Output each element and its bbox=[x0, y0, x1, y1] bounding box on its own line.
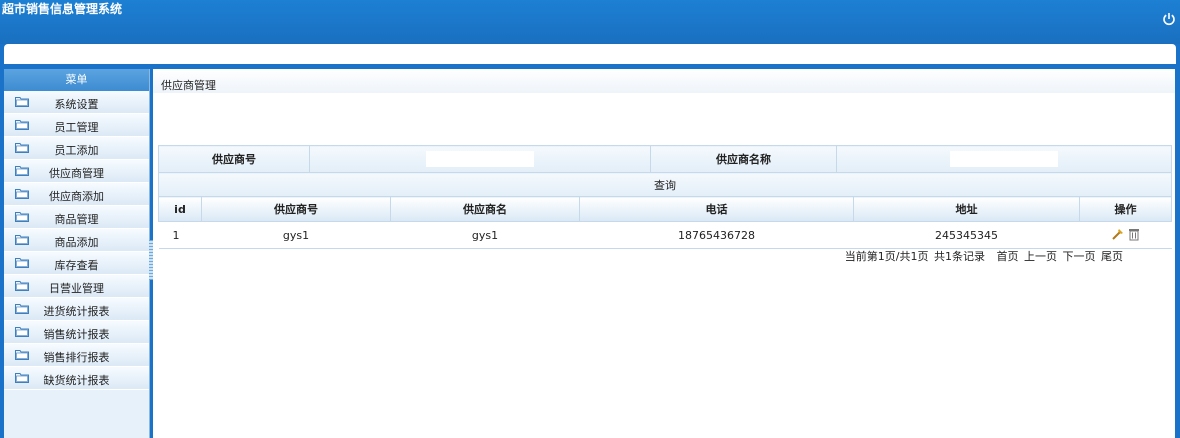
query-button[interactable]: 查询 bbox=[654, 179, 676, 192]
delete-icon[interactable] bbox=[1128, 227, 1140, 244]
cell-phone: 18765436728 bbox=[579, 221, 854, 249]
sidebar-item[interactable]: 商品管理 bbox=[4, 206, 149, 229]
sidebar-item-label: 系统设置 bbox=[54, 98, 99, 111]
sidebar-item-label: 员工管理 bbox=[54, 121, 99, 134]
supplier-name-input[interactable] bbox=[950, 151, 1058, 167]
edit-icon-svg bbox=[1112, 228, 1123, 240]
cell-address: 245345345 bbox=[853, 221, 1080, 249]
pager-count: 共1条记录 bbox=[934, 250, 985, 263]
cell-id: 1 bbox=[158, 221, 202, 249]
sidebar-item[interactable]: 供应商添加 bbox=[4, 183, 149, 206]
sidebar-item[interactable]: 销售统计报表 bbox=[4, 321, 149, 344]
pager-next[interactable]: 下一页 bbox=[1063, 250, 1096, 263]
pager-last[interactable]: 尾页 bbox=[1101, 250, 1123, 263]
main-content: 供应商管理 供应商号 供应商名称 查询 id 供应商号 供应商名 电话 地址 操… bbox=[153, 69, 1175, 438]
edit-icon[interactable] bbox=[1111, 227, 1125, 244]
sidebar-item[interactable]: 日营业管理 bbox=[4, 275, 149, 298]
cell-supplier-no: gys1 bbox=[201, 221, 391, 249]
col-supplier-name: 供应商名 bbox=[390, 196, 580, 222]
pager-prev[interactable]: 上一页 bbox=[1024, 250, 1057, 263]
search-form: 供应商号 供应商名称 查询 bbox=[158, 145, 1172, 198]
power-icon[interactable] bbox=[1161, 12, 1177, 28]
query-row: 查询 bbox=[158, 172, 1172, 198]
col-supplier-no: 供应商号 bbox=[201, 196, 391, 222]
breadcrumb: 供应商管理 bbox=[153, 69, 1175, 93]
pager-first[interactable]: 首页 bbox=[997, 250, 1019, 263]
sidebar-item[interactable]: 库存查看 bbox=[4, 252, 149, 275]
sidebar-item-label: 销售排行报表 bbox=[43, 351, 110, 364]
sidebar-item-label: 商品管理 bbox=[54, 213, 99, 226]
sidebar-item[interactable]: 员工管理 bbox=[4, 114, 149, 137]
top-toolbar bbox=[4, 44, 1176, 64]
cell-actions bbox=[1079, 221, 1172, 249]
sidebar-header: 菜单 bbox=[4, 69, 149, 91]
sidebar-item[interactable]: 进货统计报表 bbox=[4, 298, 149, 321]
table-row: 1 gys1 gys1 18765436728 245345345 bbox=[158, 221, 1172, 249]
supplier-no-input[interactable] bbox=[426, 151, 534, 167]
sidebar-item-label: 商品添加 bbox=[54, 236, 99, 249]
sidebar-item[interactable]: 销售排行报表 bbox=[4, 344, 149, 367]
col-actions: 操作 bbox=[1079, 196, 1172, 222]
col-id: id bbox=[158, 196, 202, 222]
sidebar-item-label: 销售统计报表 bbox=[43, 328, 110, 341]
sidebar-item[interactable]: 缺货统计报表 bbox=[4, 367, 149, 390]
sidebar-item-label: 供应商添加 bbox=[49, 190, 104, 203]
power-icon-svg bbox=[1163, 13, 1175, 26]
sidebar-item-label: 缺货统计报表 bbox=[43, 374, 110, 387]
supplier-no-cell bbox=[309, 145, 651, 173]
col-phone: 电话 bbox=[579, 196, 854, 222]
sidebar-item[interactable]: 商品添加 bbox=[4, 229, 149, 252]
sidebar-item-label: 进货统计报表 bbox=[43, 305, 110, 318]
sidebar-item-label: 供应商管理 bbox=[49, 167, 104, 180]
breadcrumb-label: 供应商管理 bbox=[161, 79, 216, 92]
sidebar-item[interactable]: 供应商管理 bbox=[4, 160, 149, 183]
pager: 当前第1页/共1页 共1条记录 首页 上一页 下一页 尾页 bbox=[843, 248, 1123, 264]
supplier-name-cell bbox=[836, 145, 1172, 173]
supplier-table: id 供应商号 供应商名 电话 地址 操作 1 gys1 gys1 187654… bbox=[158, 196, 1172, 249]
pager-info: 当前第1页/共1页 bbox=[844, 250, 929, 263]
cell-supplier-name: gys1 bbox=[390, 221, 580, 249]
col-address: 地址 bbox=[853, 196, 1080, 222]
sidebar-menu: 系统设置员工管理员工添加供应商管理供应商添加商品管理商品添加库存查看日营业管理进… bbox=[4, 91, 149, 390]
sidebar: 菜单 系统设置员工管理员工添加供应商管理供应商添加商品管理商品添加库存查看日营业… bbox=[4, 69, 150, 438]
sidebar-item-label: 库存查看 bbox=[54, 259, 99, 272]
sidebar-item-label: 员工添加 bbox=[54, 144, 99, 157]
app-title: 超市销售信息管理系统 bbox=[2, 2, 123, 16]
supplier-name-label: 供应商名称 bbox=[650, 145, 837, 173]
sidebar-item[interactable]: 系统设置 bbox=[4, 91, 149, 114]
delete-icon-svg bbox=[1129, 228, 1140, 240]
header: 超市销售信息管理系统 bbox=[0, 0, 1180, 44]
supplier-no-label: 供应商号 bbox=[158, 145, 310, 173]
sidebar-item[interactable]: 员工添加 bbox=[4, 137, 149, 160]
sidebar-item-label: 日营业管理 bbox=[49, 282, 104, 295]
